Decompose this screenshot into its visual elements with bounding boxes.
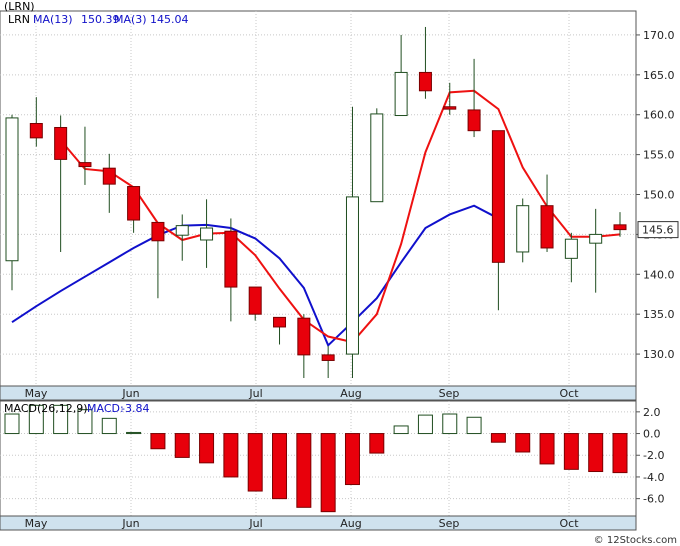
price-tick-label: 165.0 [643,69,675,82]
candle-down [151,221,165,242]
price-month-label: May [25,387,48,400]
candle-down [224,230,238,288]
price-month-label: Aug [340,387,361,400]
price-tick-label: 160.0 [643,109,675,122]
macd-bar-positive [417,414,433,435]
candle-down [540,205,554,249]
macd-tick-label: 0.0 [643,428,661,441]
macd-tick-label: -6.0 [643,493,664,506]
price-tick-label: 140.0 [643,268,675,281]
candle-down [127,186,141,221]
macd-bar-negative [223,433,239,478]
macd-month-label: Jul [248,517,262,530]
chart-title: (LRN) [4,0,35,13]
candle-down [443,106,457,110]
macd-month-label: Sep [439,517,460,530]
macd-month-label: Oct [559,517,579,530]
price-date-band [0,385,637,401]
macd-bar-negative [344,433,360,486]
macd-month-label: Aug [340,517,361,530]
macd-bar-positive [126,431,142,435]
price-month-label: Sep [439,387,460,400]
macd-bar-negative [563,433,579,470]
macd-bar-negative [612,433,628,474]
candle-down [467,109,481,132]
price-tick-label: 155.0 [643,149,675,162]
macd-tick-label: 2.0 [643,406,661,419]
macd-tick-label: -2.0 [643,449,664,462]
legend-item: 145.04 [150,13,189,26]
macd-bar-negative [296,433,312,508]
legend-item: MA(13) [33,13,73,26]
macd-bar-negative [539,433,555,465]
candle-down [491,130,505,263]
price-tick-label: 150.0 [643,189,675,202]
price-month-label: Oct [559,387,579,400]
candle-up [345,196,359,355]
macd-bar-negative [320,433,336,513]
macd-bar-positive [101,417,117,435]
macd-bar-positive [466,416,482,435]
macd-bar-negative [272,433,288,500]
price-month-label: Jun [121,387,139,400]
macd-tick-label: -4.0 [643,471,664,484]
macd-month-label: Jun [121,517,139,530]
macd-bar-negative [490,433,506,443]
macd-bar-positive [4,413,20,435]
stock-chart: 130.0135.0140.0145.0150.0155.0160.0165.0… [0,0,679,546]
candle-down [321,354,335,361]
candle-down [54,126,68,160]
macd-bar-positive [442,413,458,435]
candle-up [175,225,189,236]
candle-up [564,238,578,259]
candle-down [29,123,43,139]
legend-item: MACD: [87,402,124,415]
legend-item: MACD(26,12,9) [4,402,88,415]
legend-item: LRN [8,13,30,26]
candle-down [273,316,287,328]
macd-bar-negative [588,433,604,473]
candle-down [613,224,627,231]
candle-up [370,113,384,203]
price-panel: 130.0135.0140.0145.0150.0155.0160.0165.0… [0,0,679,401]
candle-up [5,117,19,262]
candle-up [200,227,214,241]
candle-down [297,317,311,356]
candle-up [589,233,603,244]
macd-month-label: May [25,517,48,530]
legend-item: -3.84 [121,402,149,415]
candle-down [102,167,116,185]
last-price-label: 145.6 [642,224,674,237]
price-tick-label: 170.0 [643,29,675,42]
candle-up [516,205,530,253]
macd-bar-negative [369,433,385,454]
macd-panel: 2.0 0.0 -2.0 -4.0 -6.0 May Jun Jul Aug Sep Oct MACD… [0,400,664,531]
macd-bar-positive [393,425,409,435]
price-tick-label: 135.0 [643,308,675,321]
candle-up [394,71,408,117]
copyright-footer: © 12Stocks.com [594,535,677,546]
macd-bar-negative [174,433,190,458]
macd-bar-negative [199,433,215,464]
price-month-label: Jul [248,387,262,400]
macd-bar-negative [150,433,166,450]
macd-bar-negative [247,433,263,492]
candle-down [418,71,432,92]
legend-item: MA(3) [114,13,147,26]
candle-down [248,286,262,315]
macd-legend: MACD(26,12,9) MACD:-3.84 [4,402,149,415]
price-tick-label: 130.0 [643,348,675,361]
macd-bar-negative [515,433,531,453]
candle-down [78,162,92,168]
macd-date-band [0,515,637,531]
